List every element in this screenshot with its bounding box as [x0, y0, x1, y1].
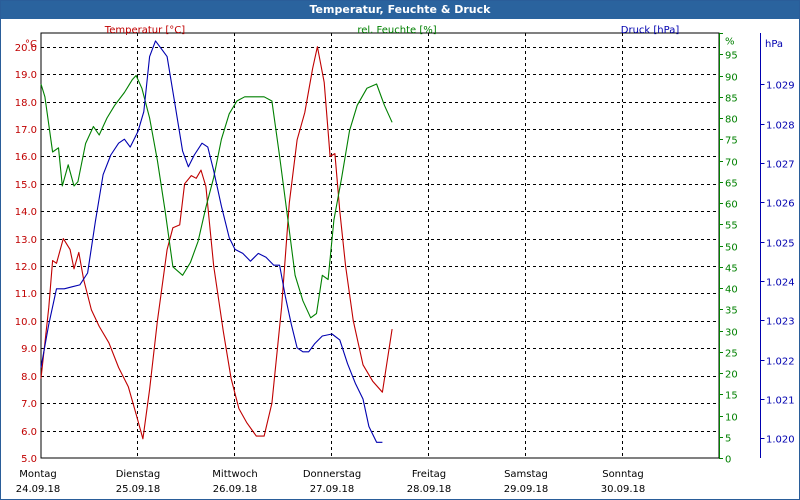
y-tick-humidity: 25: [725, 349, 738, 360]
y-tick-temperature: 6.0: [21, 427, 37, 438]
y-tick-temperature: 19.0: [15, 70, 37, 81]
y-tick-pressure: 1.024: [766, 278, 795, 289]
y-tick-pressure: 1.020: [766, 435, 795, 446]
plot-frame: [40, 32, 720, 459]
y-tick-temperature: 12.0: [15, 262, 37, 273]
y-tick-temperature: 11.0: [15, 289, 37, 300]
y-tick-humidity: 15: [725, 391, 738, 402]
y-tick-pressure: 1.026: [766, 199, 795, 210]
y-tick-humidity: 75: [725, 136, 738, 147]
y-tick-humidity: 10: [725, 413, 738, 424]
y-tick-temperature: 7.0: [21, 399, 37, 410]
x-tick-day: Mittwoch: [212, 469, 257, 480]
pressure-unit-label: hPa: [765, 39, 783, 50]
y-tick-humidity: %: [725, 37, 735, 48]
y-tick-humidity: 60: [725, 200, 738, 211]
humidity-axis-title: rel. Feuchte [%]: [357, 25, 436, 36]
humidity-line: [40, 74, 393, 319]
y-tick-temperature: 5.0: [21, 454, 37, 465]
x-tick-date: 30.09.18: [601, 484, 646, 495]
x-tick-day: Donnerstag: [303, 469, 361, 480]
y-tick-temperature: 17.0: [15, 125, 37, 136]
y-tick-temperature: 14.0: [15, 207, 37, 218]
x-tick-day: Dienstag: [116, 469, 161, 480]
y-tick-pressure: 1.021: [766, 396, 795, 407]
y-tick-humidity: 65: [725, 179, 738, 190]
y-tick-pressure: 1.023: [766, 317, 795, 328]
y-tick-humidity: 70: [725, 158, 738, 169]
x-tick-date: 25.09.18: [116, 484, 161, 495]
y-tick-temperature: 18.0: [15, 98, 37, 109]
x-tick-day: Sonntag: [602, 469, 644, 480]
y-tick-pressure: 1.022: [766, 357, 795, 368]
x-tick-day: Montag: [19, 469, 56, 480]
y-tick-humidity: 55: [725, 221, 738, 232]
y-tick-humidity: 45: [725, 264, 738, 275]
temperature-axis-title: Temperatur [°C]: [104, 25, 185, 36]
y-tick-temperature: 9.0: [21, 344, 37, 355]
y-tick-temperature: 15.0: [15, 180, 37, 191]
labels: 5.0 6.0 7.0 8.0 9.0 10.0 11.0 12.0 13.0 14.0 15.0 1…: [15, 25, 795, 495]
y-tick-temperature: 13.0: [15, 235, 37, 246]
y-tick-humidity: 20: [725, 370, 738, 381]
y-tick-humidity: 0: [725, 455, 731, 466]
y-tick-humidity: 85: [725, 94, 738, 105]
y-tick-humidity: 50: [725, 243, 738, 254]
axes: [40, 32, 765, 459]
temperature-unit-label: °C: [25, 39, 37, 50]
x-tick-date: 29.09.18: [504, 484, 549, 495]
y-tick-humidity: 40: [725, 285, 738, 296]
series-layer: [40, 40, 393, 443]
y-tick-temperature: 10.0: [15, 317, 37, 328]
x-tick-date: 26.09.18: [213, 484, 258, 495]
x-tick-date: 24.09.18: [16, 484, 61, 495]
grid: [41, 33, 720, 458]
y-tick-humidity: 5: [725, 434, 731, 445]
y-tick-temperature: 8.0: [21, 372, 37, 383]
y-tick-humidity: 80: [725, 115, 738, 126]
x-tick-date: 28.09.18: [407, 484, 452, 495]
y-tick-pressure: 1.025: [766, 239, 795, 250]
y-tick-pressure: 1.029: [766, 81, 795, 92]
chart-canvas: 5.0 6.0 7.0 8.0 9.0 10.0 11.0 12.0 13.0 14.0 15.0 1…: [15, 25, 795, 495]
y-tick-humidity: 95: [725, 51, 738, 62]
temperature-line: [40, 46, 393, 440]
y-tick-humidity: 30: [725, 328, 738, 339]
y-tick-temperature: 16.0: [15, 152, 37, 163]
y-tick-pressure: 1.028: [766, 121, 795, 132]
y-tick-humidity: 35: [725, 306, 738, 317]
x-tick-date: 27.09.18: [310, 484, 355, 495]
x-tick-day: Freitag: [412, 469, 446, 480]
pressure-axis-title: Druck [hPa]: [621, 25, 680, 36]
y-tick-humidity: 90: [725, 73, 738, 84]
y-tick-pressure: 1.027: [766, 160, 795, 171]
x-tick-day: Samstag: [504, 469, 548, 480]
